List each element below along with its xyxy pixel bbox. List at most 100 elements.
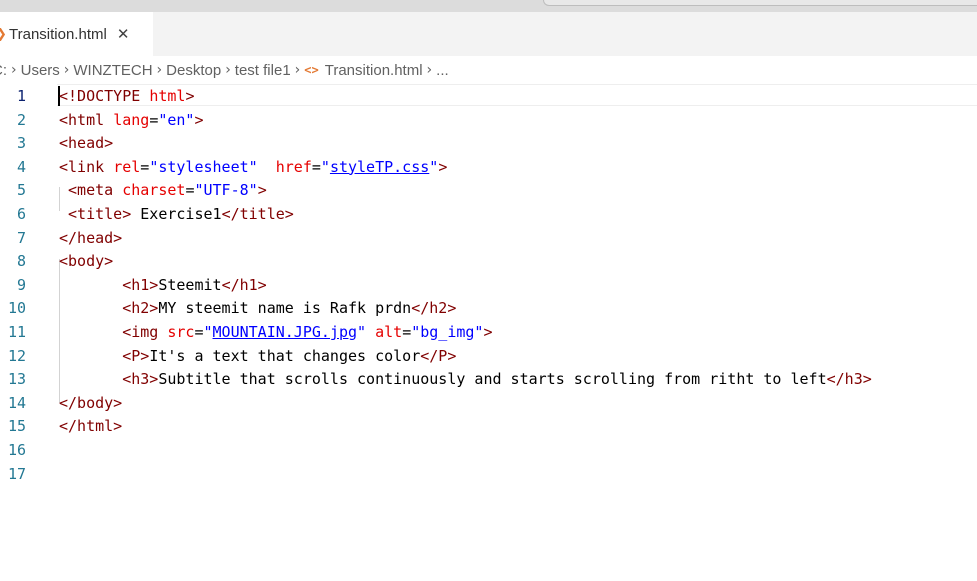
tag-token: </body> <box>59 393 123 412</box>
tag-token: > <box>483 323 493 341</box>
tag-token: <h1> <box>122 275 159 294</box>
link-token[interactable]: MOUNTAIN.JPG.jpg <box>213 323 358 341</box>
code-line[interactable]: 15 </html> <box>0 414 977 438</box>
code-line[interactable]: 4 <link rel="stylesheet" href="styleTP.cs… <box>0 155 977 179</box>
attribute-token: alt <box>375 323 403 341</box>
code-line[interactable]: 5 <meta charset="UTF-8"> <box>0 178 977 202</box>
tab-transition-html[interactable]: ❯ Transition.html ✕ <box>0 12 153 56</box>
line-number: 10 <box>7 299 26 318</box>
window-edge <box>543 0 977 6</box>
breadcrumb-winztech[interactable]: WINZTECH <box>73 62 152 79</box>
code-text: <h1>Steemit</h1> <box>59 273 267 297</box>
code-line[interactable]: 16 <box>0 438 977 462</box>
code-line[interactable]: 17 <box>0 462 977 486</box>
link-token[interactable]: styleTP.css <box>330 158 429 176</box>
tag-token: </head> <box>59 228 123 247</box>
tag-token: <meta <box>68 181 114 200</box>
text-token: = <box>149 110 159 129</box>
line-number: 1 <box>16 87 26 105</box>
line-number: 9 <box>16 275 26 294</box>
window-top-strip <box>0 0 977 12</box>
code-line[interactable]: 11 <img src="MOUNTAIN.JPG.jpg" alt="bg_i… <box>0 320 977 344</box>
tag-token: <h3> <box>122 370 159 389</box>
attribute-token: charset <box>122 181 186 200</box>
code-text: </body> <box>59 391 122 415</box>
code-line[interactable]: 12 <P>It's a text that changes color</P> <box>0 344 977 368</box>
code-text: <meta charset="UTF-8"> <box>59 178 267 202</box>
breadcrumb-symbols[interactable]: ... <box>436 62 449 79</box>
text-token: = <box>194 323 204 341</box>
code-line[interactable]: 6 <title> Exercise1</title> <box>0 202 977 226</box>
code-line[interactable]: 9 <h1>Steemit</h1> <box>0 273 977 297</box>
string-token: " <box>357 323 367 341</box>
code-text: <head> <box>59 131 113 155</box>
code-line[interactable]: 7 </head> <box>0 226 977 250</box>
code-line[interactable]: 3 <head> <box>0 131 977 155</box>
code-text: <P>It's a text that changes color</P> <box>59 344 456 368</box>
breadcrumb-drive[interactable]: C: <box>0 62 7 79</box>
string-token: " <box>429 157 439 176</box>
code-line[interactable]: 8 <body> <box>0 249 977 273</box>
tag-token: > <box>257 181 267 200</box>
tag-token: > <box>438 157 448 176</box>
string-token: "bg_img" <box>411 323 484 341</box>
tag-token: <title> <box>68 205 132 223</box>
line-number: 13 <box>7 370 26 389</box>
tag-token: </h2> <box>411 299 457 318</box>
tag-token: </html> <box>59 417 123 436</box>
code-text: </head> <box>59 226 122 250</box>
tab-bar: ❯ Transition.html ✕ <box>0 12 977 56</box>
breadcrumb-desktop[interactable]: Desktop <box>166 62 221 79</box>
chevron-right-icon: › <box>63 62 70 78</box>
code-line[interactable]: 10 <h2>MY steemit name is Rafk prdn</h2> <box>0 296 977 320</box>
tag-token: <P> <box>122 346 150 365</box>
code-text: <h2>MY steemit name is Rafk prdn</h2> <box>59 296 456 320</box>
code-text: <title> Exercise1</title> <box>59 202 294 226</box>
code-editor[interactable]: 1 <!DOCTYPE html> 2 <html lang="en"> 3 <head>… <box>0 84 977 581</box>
tag-token: > <box>194 110 204 129</box>
breadcrumb-test-file1[interactable]: test file1 <box>235 62 291 79</box>
code-text: <img src="MOUNTAIN.JPG.jpg" alt="bg_img"… <box>59 320 493 344</box>
breadcrumb: C: › Users › WINZTECH › Desktop › test f… <box>0 56 977 84</box>
code-line[interactable]: 2 <html lang="en"> <box>0 108 977 132</box>
breadcrumb-transition-html[interactable]: Transition.html <box>325 62 423 79</box>
attribute-token: lang <box>113 110 150 129</box>
html-file-icon: ❯ <box>0 27 8 42</box>
string-token: "stylesheet" <box>149 157 258 176</box>
text-token: Steemit <box>158 275 222 294</box>
chevron-right-icon: › <box>225 62 231 78</box>
code-text: <body> <box>59 249 113 273</box>
tag-token: <html <box>59 110 105 129</box>
text-token: It's a text that changes color <box>149 346 421 365</box>
code-line[interactable]: 1 <!DOCTYPE html> <box>0 84 977 108</box>
tag-token: <head> <box>59 134 114 153</box>
line-number: 2 <box>16 110 26 129</box>
code-line[interactable]: 14 </body> <box>0 391 977 415</box>
tag-token: <body> <box>59 252 114 271</box>
code-text: <!DOCTYPE html> <box>59 84 194 108</box>
line-number: 16 <box>7 441 26 459</box>
string-token: " <box>320 157 330 176</box>
tag-token: </P> <box>420 346 457 365</box>
code-line[interactable]: 13 <h3>Subtitle that scrolls continuousl… <box>0 367 977 391</box>
chevron-right-icon: › <box>156 62 163 78</box>
line-number: 11 <box>7 323 26 341</box>
code-text: <h3>Subtitle that scrolls continuously a… <box>59 367 872 391</box>
tag-token: </title> <box>221 205 294 223</box>
breadcrumb-users[interactable]: Users <box>21 62 60 79</box>
close-icon[interactable]: ✕ <box>117 25 130 43</box>
line-number: 7 <box>16 228 26 247</box>
text-token: MY steemit name is Rafk prdn <box>158 299 412 318</box>
attribute-token: src <box>167 323 195 341</box>
tag-token: <link <box>59 157 105 176</box>
chevron-right-icon: › <box>426 62 433 78</box>
